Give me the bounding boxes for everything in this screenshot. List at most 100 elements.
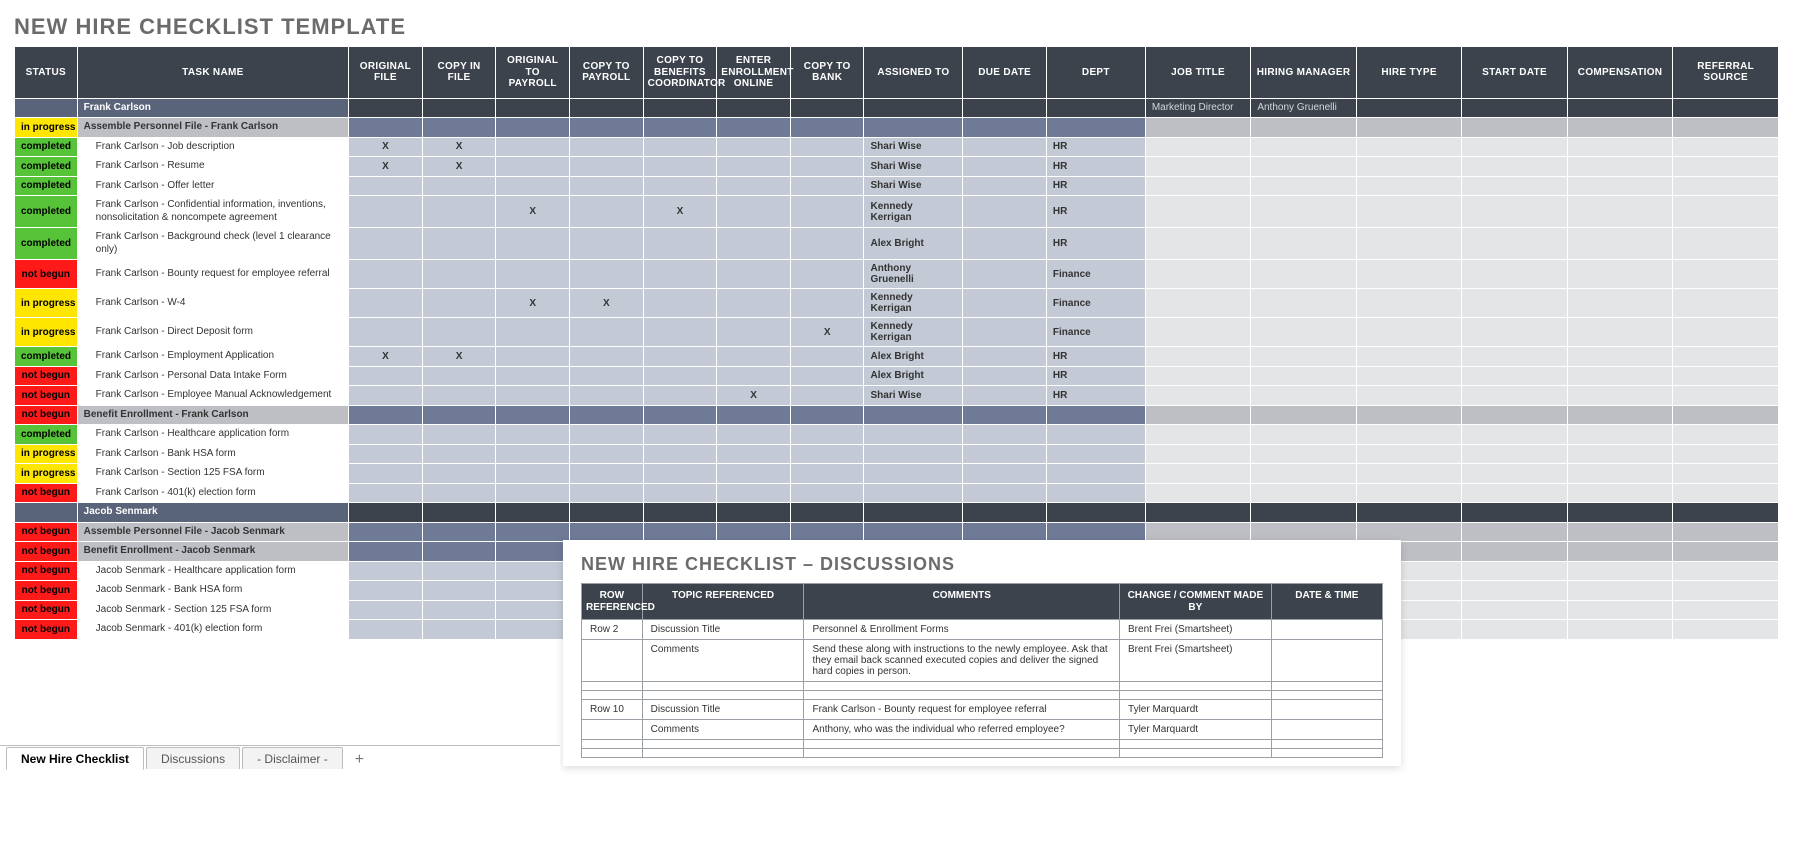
discussions-topic-cell[interactable]: Comments <box>642 640 804 682</box>
check-cell-originalToPayroll[interactable] <box>496 118 570 138</box>
discussions-comments-cell[interactable]: Personnel & Enrollment Forms <box>804 620 1120 640</box>
check-cell-originalFile[interactable] <box>349 561 423 581</box>
check-cell-copyToBank[interactable] <box>790 444 864 464</box>
discussions-date-cell[interactable] <box>1271 749 1382 758</box>
check-cell-originalFile[interactable] <box>349 542 423 562</box>
assignedTo-cell[interactable]: Shari Wise <box>864 137 963 157</box>
dept-cell[interactable] <box>1046 483 1145 503</box>
compensation-cell[interactable] <box>1567 522 1673 542</box>
dept-cell[interactable] <box>1046 118 1145 138</box>
dueDate-cell[interactable] <box>963 228 1047 260</box>
status-cell[interactable]: not begun <box>15 542 78 562</box>
startDate-cell[interactable] <box>1462 600 1568 620</box>
jobTitle-cell[interactable] <box>1145 318 1251 347</box>
referralSource-cell[interactable] <box>1673 581 1779 601</box>
check-cell-copyToBenefits[interactable] <box>643 444 717 464</box>
check-cell-enterEnrollment[interactable]: X <box>717 386 791 406</box>
jobTitle-cell[interactable] <box>1145 228 1251 260</box>
startDate-cell[interactable] <box>1462 347 1568 367</box>
hiringManager-cell[interactable] <box>1251 289 1357 318</box>
compensation-cell[interactable] <box>1567 444 1673 464</box>
referralSource-cell[interactable] <box>1673 228 1779 260</box>
check-cell-enterEnrollment[interactable] <box>717 464 791 484</box>
discussions-comments-cell[interactable] <box>804 682 1120 691</box>
discussions-comments-cell[interactable] <box>804 740 1120 749</box>
dueDate-cell[interactable] <box>963 425 1047 445</box>
hireType-cell[interactable] <box>1356 118 1462 138</box>
check-cell-enterEnrollment[interactable] <box>717 157 791 177</box>
discussions-comments-cell[interactable] <box>804 691 1120 700</box>
check-cell-enterEnrollment[interactable] <box>717 444 791 464</box>
startDate-cell[interactable] <box>1462 425 1568 445</box>
referralSource-cell[interactable] <box>1673 98 1779 118</box>
check-cell-copyInFile[interactable] <box>422 581 496 601</box>
jobTitle-cell[interactable] <box>1145 444 1251 464</box>
task-cell[interactable]: Jacob Senmark - Section 125 FSA form <box>77 600 348 620</box>
dueDate-cell[interactable] <box>963 318 1047 347</box>
check-cell-enterEnrollment[interactable] <box>717 260 791 289</box>
dueDate-cell[interactable] <box>963 464 1047 484</box>
referralSource-cell[interactable] <box>1673 542 1779 562</box>
status-cell[interactable]: not begun <box>15 260 78 289</box>
check-cell-originalToPayroll[interactable] <box>496 260 570 289</box>
compensation-cell[interactable] <box>1567 561 1673 581</box>
assignedTo-cell[interactable] <box>864 522 963 542</box>
check-cell-copyInFile[interactable] <box>422 98 496 118</box>
startDate-cell[interactable] <box>1462 366 1568 386</box>
status-cell[interactable]: completed <box>15 196 78 228</box>
dept-cell[interactable]: HR <box>1046 176 1145 196</box>
check-cell-copyToBank[interactable] <box>790 176 864 196</box>
compensation-cell[interactable] <box>1567 600 1673 620</box>
check-cell-copyInFile[interactable] <box>422 444 496 464</box>
referralSource-cell[interactable] <box>1673 196 1779 228</box>
discussions-madeBy-cell[interactable] <box>1120 682 1272 691</box>
assignedTo-cell[interactable]: Kennedy Kerrigan <box>864 289 963 318</box>
assignedTo-cell[interactable]: Alex Bright <box>864 228 963 260</box>
dept-cell[interactable] <box>1046 425 1145 445</box>
hireType-cell[interactable] <box>1356 366 1462 386</box>
dueDate-cell[interactable] <box>963 176 1047 196</box>
compensation-cell[interactable] <box>1567 98 1673 118</box>
check-cell-copyToBenefits[interactable] <box>643 176 717 196</box>
check-cell-copyToBank[interactable] <box>790 196 864 228</box>
check-cell-copyToPayroll[interactable] <box>569 503 643 523</box>
check-cell-originalToPayroll[interactable] <box>496 483 570 503</box>
compensation-cell[interactable] <box>1567 503 1673 523</box>
task-cell[interactable]: Frank Carlson - Bounty request for emplo… <box>77 260 348 289</box>
hireType-cell[interactable] <box>1356 386 1462 406</box>
status-cell[interactable]: not begun <box>15 366 78 386</box>
jobTitle-cell[interactable] <box>1145 347 1251 367</box>
hireType-cell[interactable] <box>1356 196 1462 228</box>
check-cell-copyToPayroll[interactable] <box>569 425 643 445</box>
referralSource-cell[interactable] <box>1673 464 1779 484</box>
check-cell-copyToPayroll[interactable] <box>569 118 643 138</box>
discussions-topic-cell[interactable]: Discussion Title <box>642 620 804 640</box>
check-cell-copyToBenefits[interactable] <box>643 405 717 425</box>
status-cell[interactable]: completed <box>15 425 78 445</box>
check-cell-copyToBank[interactable] <box>790 118 864 138</box>
hiringManager-cell[interactable] <box>1251 157 1357 177</box>
check-cell-originalFile[interactable] <box>349 98 423 118</box>
status-cell[interactable]: not begun <box>15 483 78 503</box>
check-cell-copyToBenefits[interactable] <box>643 98 717 118</box>
check-cell-originalFile[interactable] <box>349 366 423 386</box>
status-cell[interactable]: in progress <box>15 318 78 347</box>
check-cell-copyToBenefits[interactable] <box>643 228 717 260</box>
discussions-date-cell[interactable] <box>1271 682 1382 691</box>
hireType-cell[interactable] <box>1356 98 1462 118</box>
jobTitle-cell[interactable]: Marketing Director <box>1145 98 1251 118</box>
check-cell-originalToPayroll[interactable] <box>496 347 570 367</box>
check-cell-copyToBank[interactable] <box>790 157 864 177</box>
hireType-cell[interactable] <box>1356 228 1462 260</box>
check-cell-copyToBenefits[interactable] <box>643 522 717 542</box>
discussions-date-cell[interactable] <box>1271 740 1382 749</box>
discussions-comments-cell[interactable] <box>804 749 1120 758</box>
dueDate-cell[interactable] <box>963 522 1047 542</box>
compensation-cell[interactable] <box>1567 386 1673 406</box>
check-cell-originalToPayroll[interactable] <box>496 503 570 523</box>
compensation-cell[interactable] <box>1567 137 1673 157</box>
startDate-cell[interactable] <box>1462 386 1568 406</box>
hireType-cell[interactable] <box>1356 318 1462 347</box>
discussions-row-cell[interactable]: Row 2 <box>582 620 643 640</box>
compensation-cell[interactable] <box>1567 157 1673 177</box>
